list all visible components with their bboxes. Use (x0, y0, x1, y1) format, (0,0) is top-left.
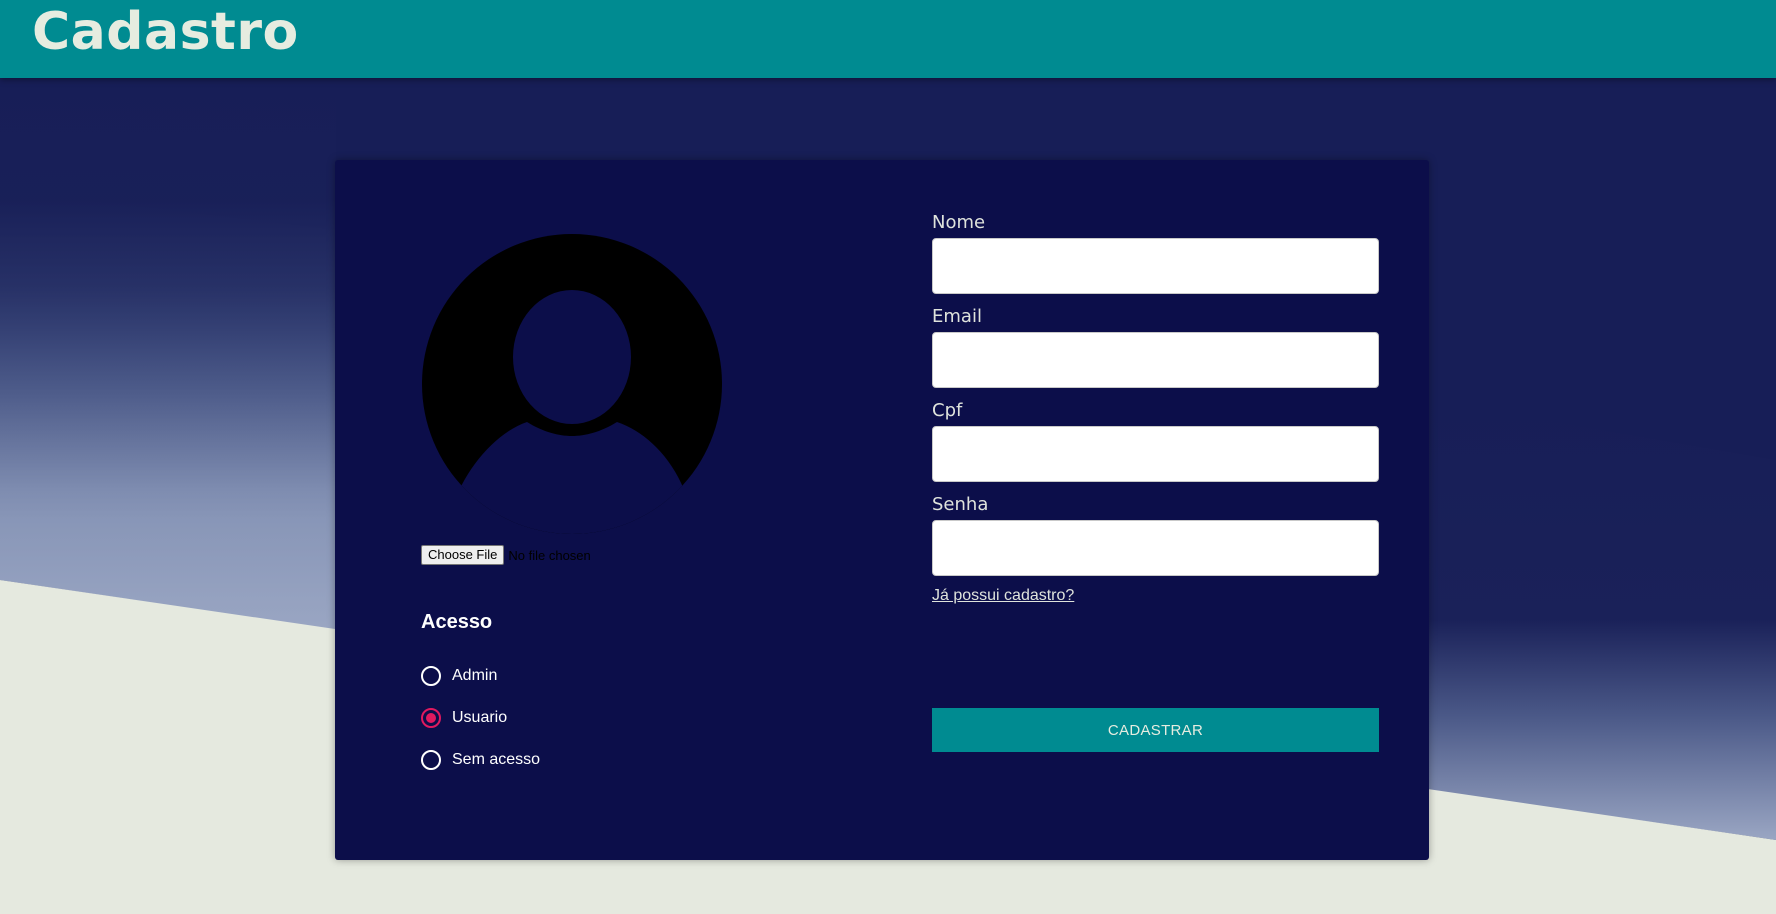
radio-label: Usuario (452, 709, 508, 726)
file-status-text: No file chosen (508, 547, 591, 563)
page-title: Cadastro (32, 2, 299, 62)
file-input[interactable]: Choose File No file chosen (421, 544, 591, 566)
nome-input[interactable] (932, 238, 1379, 294)
email-label: Email (932, 306, 982, 327)
nome-label: Nome (932, 212, 986, 233)
radio-circle[interactable] (421, 666, 441, 686)
choose-file-button[interactable]: Choose File (421, 545, 505, 565)
radio-sem-acesso[interactable]: Sem acesso (421, 750, 540, 770)
radio-label: Admin (452, 667, 498, 684)
radio-label: Sem acesso (452, 751, 541, 768)
login-link[interactable]: Já possui cadastro? (932, 587, 1074, 605)
radio-circle[interactable] (421, 708, 441, 728)
senha-input[interactable] (932, 520, 1379, 576)
cpf-input[interactable] (932, 426, 1379, 482)
cpf-label: Cpf (932, 400, 963, 421)
senha-label: Senha (932, 494, 989, 515)
register-card: Choose File No file chosen Acesso Admin … (335, 160, 1429, 860)
radio-usuario[interactable]: Usuario (421, 708, 507, 728)
cadastrar-button[interactable]: CADASTRAR (932, 708, 1379, 752)
user-avatar-icon (422, 234, 722, 534)
access-title: Acesso (421, 611, 493, 633)
email-input[interactable] (932, 332, 1379, 388)
app-header: Cadastro (0, 0, 1776, 78)
radio-admin[interactable]: Admin (421, 666, 497, 686)
radio-circle[interactable] (421, 750, 441, 770)
